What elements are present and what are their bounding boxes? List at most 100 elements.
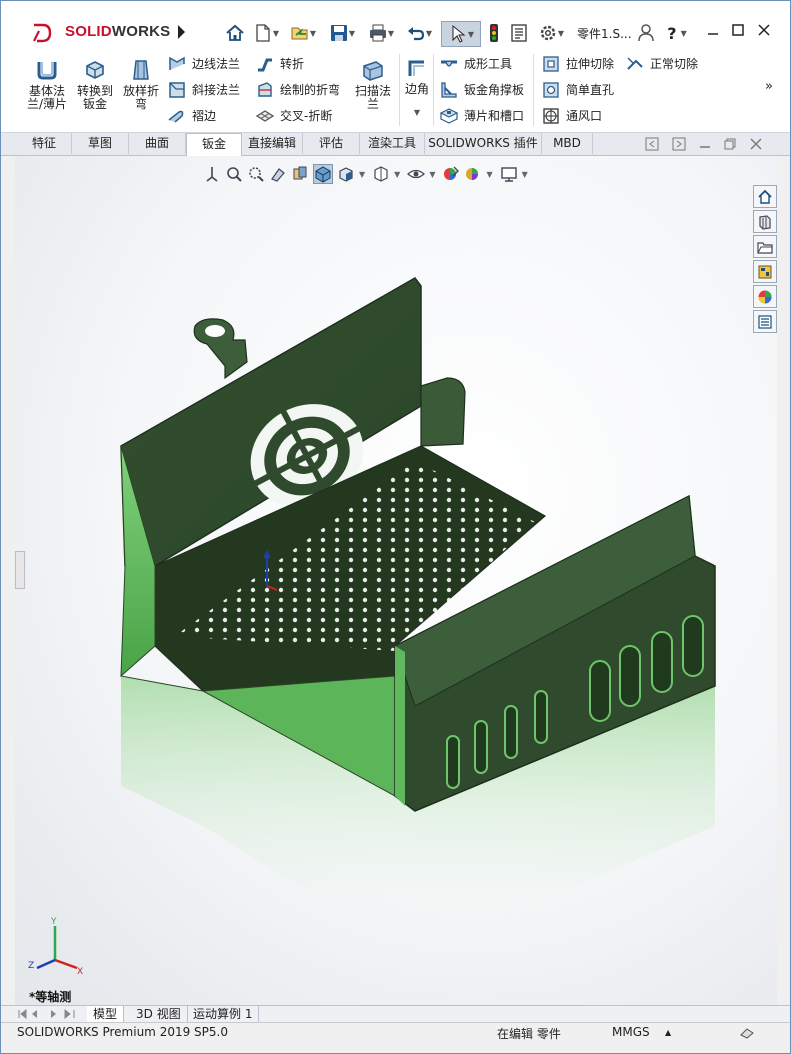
sheet-metal-gusset-button[interactable]: 钣金角撑板 (439, 80, 524, 100)
next-doc-icon[interactable] (672, 137, 686, 151)
product-version: SOLIDWORKS Premium 2019 SP5.0 (17, 1025, 228, 1039)
tab-and-slot-icon (439, 108, 459, 124)
menu-expand-button[interactable] (173, 20, 189, 44)
file-properties-button[interactable] (507, 21, 531, 45)
display-style-dropdown[interactable]: ▼ (359, 170, 365, 179)
feature-manager-collapse-handle[interactable] (15, 551, 25, 589)
tab-model[interactable]: 模型 (87, 1006, 125, 1022)
dynamic-annotation-icon[interactable] (291, 165, 309, 183)
tab-scroll-arrows-icon[interactable] (15, 1006, 79, 1022)
customize-status-icon[interactable] (739, 1025, 755, 1039)
ds-logo-icon (33, 23, 52, 43)
hide-show-items-icon[interactable] (372, 165, 390, 183)
tab-sketch[interactable]: 草图 (72, 133, 129, 154)
undo-button[interactable]: ▼ (401, 21, 437, 45)
task-pane-custom-properties-tab[interactable] (753, 310, 777, 333)
forming-tool-button[interactable]: 成形工具 (439, 54, 512, 74)
view-orientation-name: *等轴测 (29, 990, 72, 1004)
swept-flange-icon (363, 61, 383, 81)
edge-flange-label: 边线法兰 (192, 56, 241, 71)
home-button[interactable] (223, 21, 247, 45)
tab-3d-views[interactable]: 3D 视图 (130, 1006, 188, 1022)
ribbon-overflow-button[interactable]: » (765, 80, 773, 93)
sheet-metal-part-model[interactable] (95, 266, 735, 986)
tab-mbd[interactable]: MBD (542, 133, 593, 154)
doc-restore-icon[interactable] (723, 137, 737, 151)
tab-solidworks-addins[interactable]: SOLIDWORKS 插件 (425, 133, 542, 154)
tab-and-slot-label: 薄片和槽口 (464, 108, 525, 123)
sketched-bend-icon (258, 82, 272, 97)
hide-show-dropdown[interactable]: ▼ (394, 170, 400, 179)
view-orientation-button[interactable] (313, 164, 333, 184)
save-button[interactable]: ▼ (325, 21, 359, 45)
edge-flange-icon (169, 56, 185, 70)
task-pane-view-palette-tab[interactable] (753, 260, 777, 283)
section-view-icon[interactable] (269, 165, 287, 183)
simple-hole-button[interactable]: 简单直孔 (541, 80, 614, 100)
bottom-tabs: 模型 3D 视图 运动算例 1 (1, 1005, 790, 1022)
new-document-button[interactable]: ▼ (249, 21, 283, 45)
tab-evaluate[interactable]: 评估 (303, 133, 360, 154)
tab-sheet-metal[interactable]: 钣金 (186, 133, 242, 156)
select-button[interactable]: ▼ (441, 21, 481, 47)
user-button[interactable] (635, 21, 657, 45)
triangle-right-icon (178, 25, 185, 39)
user-icon (638, 24, 654, 42)
doc-minimize-icon[interactable] (698, 137, 712, 151)
open-button[interactable]: ▼ (285, 21, 321, 45)
close-button[interactable] (752, 21, 776, 43)
tab-features[interactable]: 特征 (17, 133, 72, 154)
view-settings-icon[interactable] (500, 165, 518, 183)
tab-render-tools[interactable]: 渲染工具 (360, 133, 425, 154)
solidworks-logo[interactable]: SOLIDWORKS (23, 15, 170, 49)
previous-view-icon[interactable] (247, 165, 265, 183)
task-pane-design-library-tab[interactable] (753, 210, 777, 233)
edge-flange-button[interactable]: 边线法兰 (167, 54, 240, 74)
rebuild-button[interactable] (483, 21, 505, 45)
help-button[interactable]: ? ▼ (661, 21, 693, 45)
tab-surfaces[interactable]: 曲面 (129, 133, 186, 154)
eye-dropdown[interactable]: ▼ (429, 170, 435, 179)
task-pane-file-explorer-tab[interactable] (753, 235, 777, 258)
corners-button[interactable]: 边角 ▼ (403, 58, 431, 119)
normal-cut-button[interactable]: 正常切除 (625, 54, 698, 74)
doc-close-icon[interactable] (749, 137, 763, 151)
apply-scene-icon[interactable] (464, 165, 482, 183)
extruded-cut-button[interactable]: 拉伸切除 (541, 54, 614, 74)
print-button[interactable]: ▼ (363, 21, 399, 45)
convert-to-sheet-metal-button[interactable]: 转换到钣金 (73, 58, 117, 111)
zoom-to-fit-icon[interactable] (203, 165, 221, 183)
tab-and-slot-button[interactable]: 薄片和槽口 (439, 106, 524, 126)
base-flange-button[interactable]: 基体法兰/薄片 (25, 58, 69, 111)
swept-flange-button[interactable]: 扫描法兰 (351, 58, 395, 111)
jog-button[interactable]: 转折 (255, 54, 304, 74)
display-style-icon[interactable] (337, 165, 355, 183)
view-settings-dropdown[interactable]: ▼ (522, 170, 528, 179)
cross-break-button[interactable]: 交叉-折断 (255, 106, 332, 126)
maximize-button[interactable] (726, 21, 750, 43)
simple-hole-label: 简单直孔 (566, 82, 615, 97)
graphics-area[interactable]: ▼ ▼ ▼ ▼ ▼ Y X Z *等轴测 (15, 156, 777, 1005)
unit-system-arrow[interactable]: ▲ (665, 1028, 671, 1037)
previous-doc-icon[interactable] (645, 137, 659, 151)
unit-system[interactable]: MMGS (612, 1025, 650, 1039)
lofted-bend-button[interactable]: 放样折弯 (119, 58, 163, 111)
hem-button[interactable]: 褶边 (167, 106, 216, 126)
task-pane-resources-tab[interactable] (753, 185, 777, 208)
eye-icon[interactable] (407, 165, 426, 183)
tab-direct-editing[interactable]: 直接编辑 (242, 133, 303, 154)
sketched-bend-button[interactable]: 绘制的折弯 (255, 80, 340, 100)
vent-button[interactable]: 通风口 (541, 106, 602, 126)
tab-motion-study-1[interactable]: 运动算例 1 (187, 1006, 260, 1022)
options-button[interactable]: ▼ (533, 21, 569, 45)
miter-flange-button[interactable]: 斜接法兰 (167, 80, 240, 100)
corners-dropdown-arrow[interactable]: ▼ (403, 106, 431, 119)
convert-to-sheet-metal-label: 转换到钣金 (76, 84, 113, 111)
task-pane-appearances-tab[interactable] (753, 285, 777, 308)
minimize-button[interactable] (701, 21, 725, 43)
sheet-metal-gusset-icon (441, 82, 457, 98)
edit-appearance-icon[interactable] (442, 165, 460, 183)
zoom-to-area-icon[interactable] (225, 165, 243, 183)
apply-scene-dropdown[interactable]: ▼ (486, 170, 492, 179)
miter-flange-label: 斜接法兰 (192, 82, 241, 97)
